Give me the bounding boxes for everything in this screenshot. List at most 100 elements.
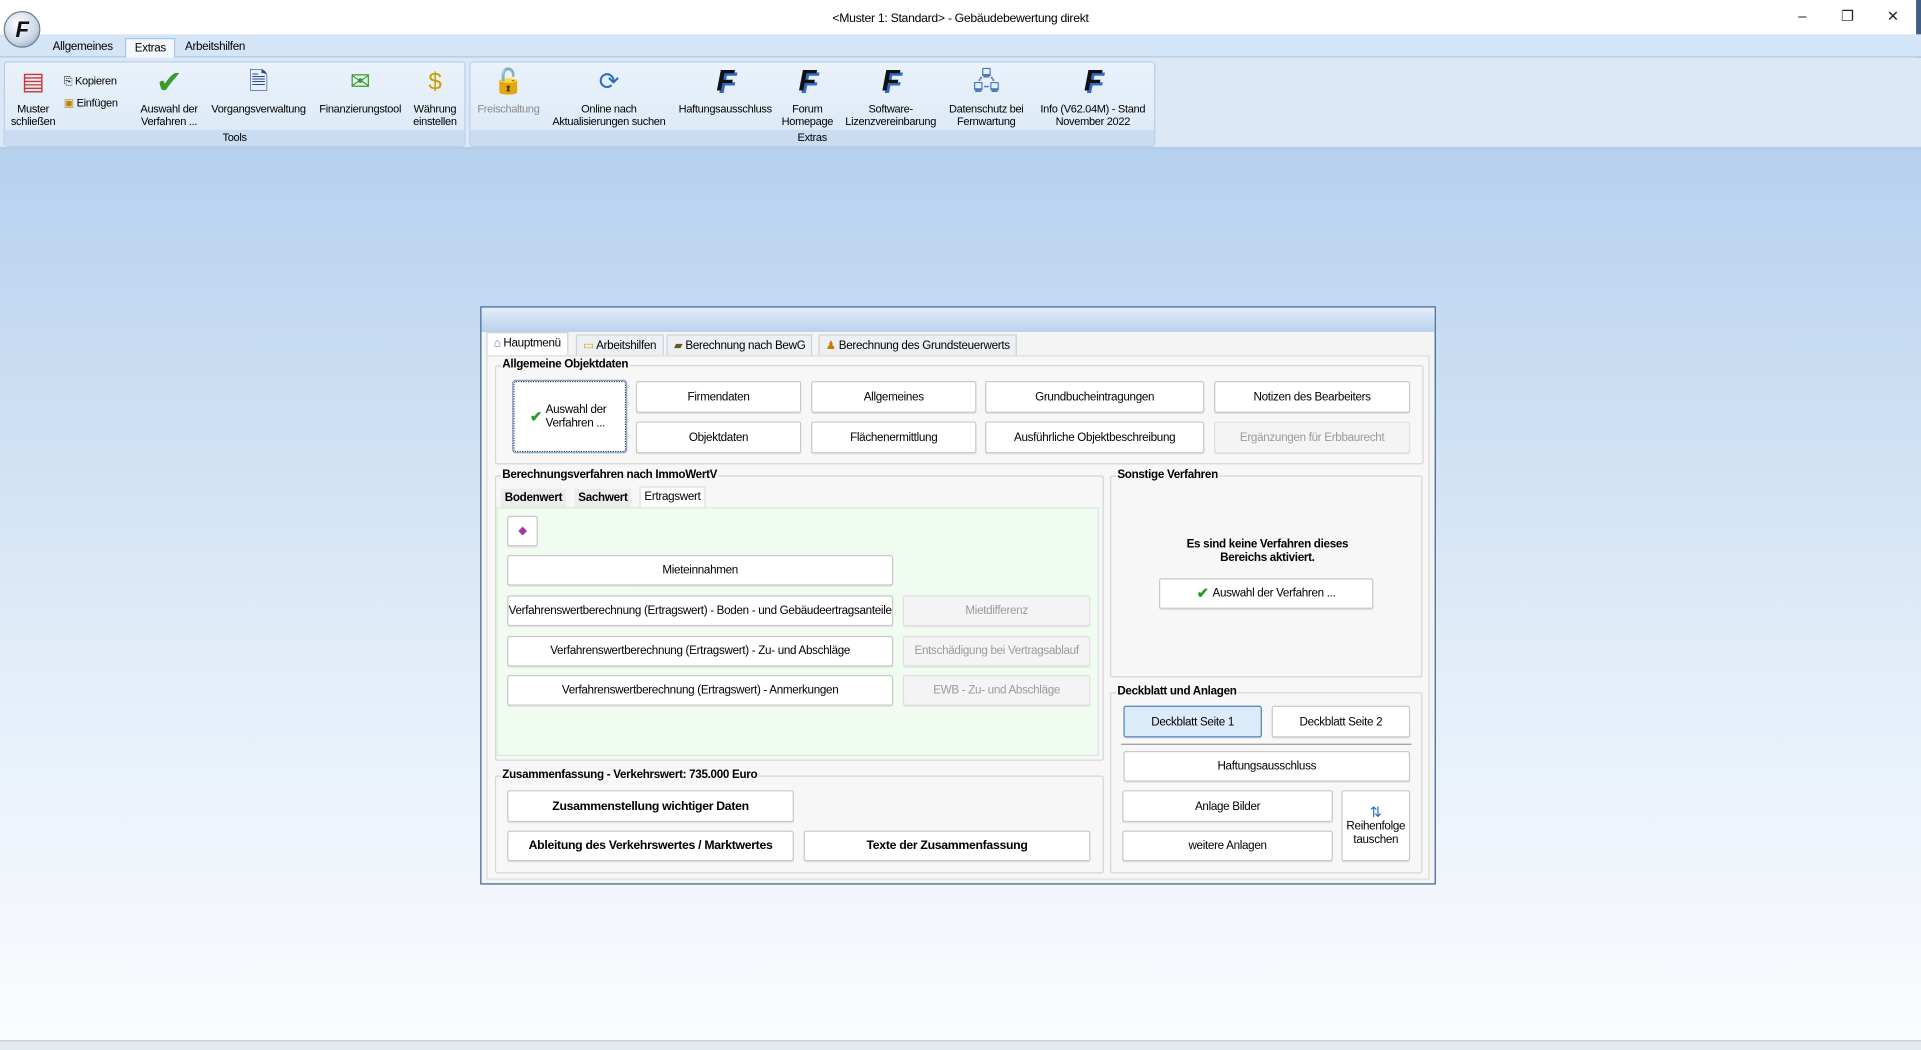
waehrung-button[interactable]: $ Währung einstellen (407, 66, 463, 128)
label: Muster schließen (10, 102, 56, 128)
sonstige-auswahl-button[interactable]: ✔ Auswahl der Verfahren ... (1158, 578, 1374, 609)
kopieren-button[interactable]: ⎘ Kopieren (64, 75, 117, 87)
group-title: Sonstige Verfahren (1116, 467, 1220, 482)
ewb-zu-abschlaege-button: EWB - Zu- und Abschläge (902, 675, 1091, 706)
group-sonstige-verfahren: Sonstige Verfahren Es sind keine Verfahr… (1109, 467, 1423, 678)
paste-icon: ▣ (63, 96, 77, 110)
person-icon: ♟ (825, 339, 839, 353)
label: Auswahl der Verfahren ... (140, 102, 198, 128)
label: Einfügen (76, 96, 118, 110)
subtab-ertragswert[interactable]: Ertragswert (639, 486, 706, 509)
info-button[interactable]: F Info (V62.04M) - Stand November 2022 (1032, 64, 1155, 128)
vorgangsverwaltung-button[interactable]: 🗎 Vorgangsverwaltung (206, 66, 311, 115)
tab-berechnung-bewg[interactable]: ▰ Berechnung nach BewG (666, 334, 813, 356)
document-check-icon: 🗎 (248, 68, 269, 96)
texte-zusammenfassung-button[interactable]: Texte der Zusammenfassung (803, 830, 1091, 862)
book-icon: ▰ (673, 339, 686, 353)
book-icon-button[interactable]: ◆ (507, 515, 538, 547)
finanzierungstool-button[interactable]: ✉ Finanzierungstool (314, 66, 407, 115)
deckblatt-seite-2-button[interactable]: Deckblatt Seite 2 (1271, 705, 1411, 738)
minimize-button[interactable]: – (1790, 7, 1815, 27)
haftungsausschluss-button[interactable]: F Haftungsausschluss (674, 66, 777, 115)
objektdaten-button[interactable]: Objektdaten (635, 421, 802, 454)
status-bar (0, 1040, 1921, 1050)
ertragsanteile-button[interactable]: Verfahrenswertberechnung (Ertragswert) -… (507, 595, 894, 627)
deckblatt-seite-1-button[interactable]: Deckblatt Seite 1 (1123, 705, 1262, 738)
close-button[interactable]: ✕ (1881, 7, 1906, 27)
currency-icon: $ (428, 68, 442, 96)
anmerkungen-button[interactable]: Verfahrenswertberechnung (Ertragswert) -… (507, 675, 894, 706)
ribbon-tab-allgemeines[interactable]: Allgemeines (44, 38, 121, 58)
allgemeines-button[interactable]: Allgemeines (811, 381, 977, 413)
separator (1120, 743, 1412, 745)
label: Auswahl der Verfahren ... (1212, 586, 1336, 601)
label: Info (V62.04M) - Stand November 2022 (1040, 102, 1146, 128)
auswahl-verfahren-button[interactable]: ✔ Auswahl der Verfahren ... (135, 66, 204, 127)
app-logo-button[interactable]: F (3, 11, 41, 48)
notizen-button[interactable]: Notizen des Bearbeiters (1214, 381, 1411, 413)
refresh-document-icon: ⟳ (598, 68, 620, 96)
folder-icon: ▭ (583, 339, 597, 353)
ableitung-verkehrswert-button[interactable]: Ableitung des Verkehrswertes / Marktwert… (507, 830, 794, 862)
label: Hauptmenü (503, 336, 561, 351)
label: Währung einstellen (413, 102, 457, 128)
label: Auswahl der Verfahren ... (545, 403, 607, 431)
anlage-bilder-button[interactable]: Anlage Bilder (1122, 790, 1333, 823)
ribbon: ▤ Muster schließen ⎘ Kopieren ▣ Einfügen … (0, 57, 1921, 150)
objektbeschreibung-button[interactable]: Ausführliche Objektbeschreibung (985, 421, 1205, 454)
datenschutz-button[interactable]: 🖧 Datenschutz bei Fernwartung (943, 66, 1029, 128)
label: Datenschutz bei Fernwartung (948, 102, 1024, 128)
no-procedures-message: Es sind keine Verfahren dieses Bereichs … (1186, 537, 1349, 565)
app-f-icon: F (798, 64, 817, 99)
app-f-icon: F (716, 64, 735, 99)
label: Finanzierungstool (319, 102, 402, 116)
ribbon-tabs: Allgemeines Extras Arbeitshilfen (0, 34, 1921, 58)
app-f-icon: F (1083, 64, 1102, 99)
label: Online nach Aktualisierungen suchen (552, 102, 666, 128)
mieteinnahmen-button[interactable]: Mieteinnahmen (507, 554, 894, 586)
title-bar: <Muster 1: Standard> - Gebäudebewertung … (0, 0, 1921, 35)
subtab-bodenwert[interactable]: Bodenwert (501, 488, 566, 509)
close-document-icon: ▤ (21, 68, 45, 96)
subtab-sachwert[interactable]: Sachwert (574, 488, 632, 509)
ribbon-group-extras: 🔓 Freischaltung ⟳ Online nach Aktualisieru… (469, 61, 1156, 148)
label: Kopieren (74, 74, 117, 87)
label: Arbeitshilfen (596, 339, 657, 353)
label: Berechnung nach BewG (685, 339, 806, 353)
ribbon-tab-arbeitshilfen[interactable]: Arbeitshilfen (176, 38, 253, 58)
forum-homepage-button[interactable]: F Forum Homepage (778, 64, 837, 128)
tab-hauptmenue[interactable]: ⌂ Hauptmenü (486, 332, 569, 356)
checkmark-icon: ✔ (155, 63, 183, 101)
mietdifferenz-button: Mietdifferenz (902, 595, 1091, 627)
label: Reihenfolge tauschen (1346, 818, 1406, 846)
group-label: Extras (470, 129, 1155, 146)
firmendaten-button[interactable]: Firmendaten (635, 381, 802, 413)
lizenz-button[interactable]: F Software-Lizenzvereinbarung (838, 66, 943, 128)
ribbon-tab-extras[interactable]: Extras (124, 37, 176, 58)
label: Vorgangsverwaltung (211, 102, 306, 116)
group-title: Zusammenfassung - Verkehrswert: 735.000 … (501, 768, 759, 782)
haftungsausschluss-button[interactable]: Haftungsausschluss (1123, 751, 1411, 782)
tab-arbeitshilfen[interactable]: ▭ Arbeitshilfen (575, 334, 664, 356)
window-title: <Muster 1: Standard> - Gebäudebewertung … (832, 12, 1089, 26)
online-update-button[interactable]: ⟳ Online nach Aktualisierungen suchen (546, 66, 671, 128)
padlock-icon: 🔓 (493, 68, 524, 96)
freischaltung-button: 🔓 Freischaltung (473, 66, 544, 115)
home-icon: ⌂ (493, 336, 504, 351)
muster-schliessen-button[interactable]: ▤ Muster schließen (7, 66, 58, 128)
grundbucheintragungen-button[interactable]: Grundbucheintragungen (985, 381, 1205, 413)
tab-grundsteuerwert[interactable]: ♟ Berechnung des Grundsteuerwerts (818, 334, 1018, 356)
weitere-anlagen-button[interactable]: weitere Anlagen (1122, 830, 1333, 862)
einfuegen-button[interactable]: ▣ Einfügen (64, 97, 118, 109)
window-header (481, 307, 1435, 333)
maximize-button[interactable]: ❐ (1835, 7, 1860, 27)
ertragswert-panel (496, 507, 1099, 756)
zu-abschlaege-button[interactable]: Verfahrenswertberechnung (Ertragswert) -… (507, 635, 894, 667)
copy-icon: ⎘ (63, 74, 75, 87)
network-computers-icon: 🖧 (972, 68, 1000, 96)
auswahl-verfahren-button[interactable]: ✔ Auswahl der Verfahren ... (512, 379, 628, 454)
reihenfolge-tauschen-button[interactable]: ⇅ Reihenfolge tauschen (1341, 790, 1411, 862)
flaechenermittlung-button[interactable]: Flächenermittlung (811, 421, 977, 454)
zusammenstellung-button[interactable]: Zusammenstellung wichtiger Daten (507, 790, 794, 823)
group-title: Berechnungsverfahren nach ImmoWertV (501, 467, 719, 482)
